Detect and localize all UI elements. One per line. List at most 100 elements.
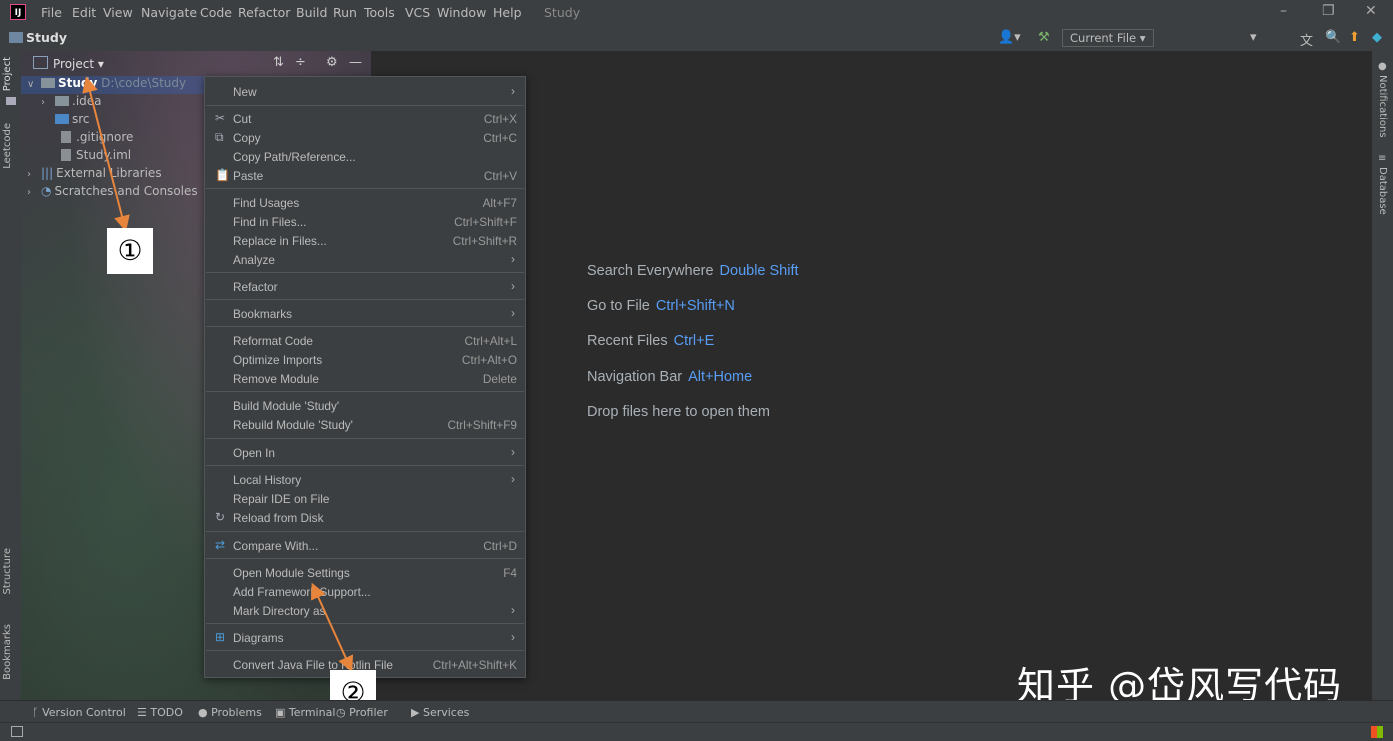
tree-label-idea: .idea [72,94,102,108]
update-icon[interactable]: ⬆ [1349,30,1360,45]
tab-notifications[interactable]: Notifications [1377,75,1388,138]
menu-item-copy[interactable]: ⧉ Copy Ctrl+C [205,128,525,147]
tab-problems[interactable]: ● Problems [198,706,262,719]
menu-item-replace-in-files[interactable]: Replace in Files... Ctrl+Shift+R [205,231,525,250]
dropdown-chevron-icon[interactable]: ▾ [1250,30,1257,45]
tree-row-study[interactable]: ∨ Study D:\code\Study [21,76,209,94]
chevron-right-icon[interactable]: › [41,97,55,108]
menu-item-build-module[interactable]: Build Module 'Study' [205,396,525,415]
tree-row-gitignore[interactable]: .gitignore [61,130,133,148]
chevron-down-icon[interactable]: ∨ [27,79,41,90]
tab-bookmarks[interactable]: Bookmarks [2,624,13,680]
chevron-right-icon[interactable]: › [27,187,41,198]
menu-vcs[interactable]: VCS [405,5,430,20]
menu-item-compare-with[interactable]: ⇄ Compare With... Ctrl+D [205,536,525,555]
menu-item-add-framework-support[interactable]: Add Framework Support... [205,582,525,601]
menu-item-local-history[interactable]: Local History › [205,470,525,489]
menu-item-copy-path[interactable]: Copy Path/Reference... [205,147,525,166]
project-folder-icon [6,97,16,105]
hint-key: Alt+Home [688,369,753,385]
menu-item-rebuild-module[interactable]: Rebuild Module 'Study' Ctrl+Shift+F9 [205,415,525,434]
tab-label: Version Control [42,706,126,719]
hide-panel-icon[interactable]: — [349,55,362,70]
tree-row-src[interactable]: src [55,112,90,130]
chevron-right-icon: › [511,84,515,98]
tab-services[interactable]: ▶ Services [411,706,469,719]
window-title: Study [544,5,581,20]
menu-item-diagrams[interactable]: ⊞ Diagrams › [205,628,525,647]
menu-item-label: Copy Path/Reference... [233,150,356,164]
restore-icon[interactable]: ❐ [1322,3,1335,19]
project-view-selector[interactable]: Project ▾ [33,56,104,71]
menu-code[interactable]: Code [200,5,232,20]
tab-database[interactable]: Database [1377,167,1388,215]
gitignore-file-icon [61,131,71,143]
menu-help[interactable]: Help [493,5,522,20]
database-icon: ≡ [1378,153,1387,164]
menu-item-open-module-settings[interactable]: Open Module Settings F4 [205,563,525,582]
scratches-icon: ◔ [41,184,52,198]
menu-window[interactable]: Window [437,5,486,20]
menu-item-reformat-code[interactable]: Reformat Code Ctrl+Alt+L [205,331,525,350]
menu-run[interactable]: Run [333,5,357,20]
menu-item-reload-from-disk[interactable]: ↻ Reload from Disk [205,508,525,527]
tab-terminal[interactable]: ▣ Terminal [275,706,335,719]
annotation-badge-1: ① [107,228,153,274]
search-icon[interactable]: 🔍 [1325,30,1341,45]
menu-item-cut[interactable]: ✂ Cut Ctrl+X [205,109,525,128]
menu-edit[interactable]: Edit [72,5,96,20]
menu-item-find-in-files[interactable]: Find in Files... Ctrl+Shift+F [205,212,525,231]
menu-item-bookmarks[interactable]: Bookmarks › [205,304,525,323]
tab-version-control[interactable]: ᚴ Version Control [32,706,126,719]
breadcrumb[interactable]: Study [9,30,67,45]
tree-path-study: D:\code\Study [101,76,187,90]
run-configuration-select[interactable]: Current File ▾ [1062,29,1154,47]
tab-todo[interactable]: ☰ TODO [137,706,183,719]
tab-project[interactable]: Project [2,57,13,91]
menu-build[interactable]: Build [296,5,327,20]
layout-toggle-icon[interactable] [11,726,23,737]
collapse-all-icon[interactable]: ÷ [295,55,306,70]
menu-view[interactable]: View [103,5,133,20]
tree-row-scratches[interactable]: › ◔ Scratches and Consoles [27,184,198,202]
expand-all-icon[interactable]: ⇅ [273,55,284,70]
user-icon[interactable]: 👤▾ [998,30,1021,45]
menu-tools[interactable]: Tools [364,5,395,20]
translate-icon[interactable]: 文 [1300,30,1313,49]
build-hammer-icon[interactable]: ⚒ [1038,30,1050,45]
close-icon[interactable]: ✕ [1365,3,1377,19]
tree-row-study-iml[interactable]: Study.iml [61,148,131,166]
menu-item-optimize-imports[interactable]: Optimize Imports Ctrl+Alt+O [205,350,525,369]
menu-bar: IJ File Edit View Navigate Code Refactor… [0,0,1393,25]
chevron-right-icon: › [511,306,515,320]
tab-leetcode[interactable]: Leetcode [2,123,13,169]
scissors-icon: ✂ [215,111,226,125]
menu-item-refactor[interactable]: Refactor › [205,277,525,296]
chevron-right-icon: › [511,445,515,459]
tab-profiler[interactable]: ◷ Profiler [336,706,388,719]
plugin-icon[interactable]: ◆ [1372,30,1382,45]
menu-item-remove-module[interactable]: Remove Module Delete [205,369,525,388]
tree-row-external-libraries[interactable]: › ||| External Libraries [27,166,162,184]
tab-structure[interactable]: Structure [2,548,13,595]
menu-navigate[interactable]: Navigate [141,5,197,20]
chevron-right-icon[interactable]: › [27,169,41,180]
gear-icon[interactable]: ⚙ [326,55,338,70]
menu-item-label: Find in Files... [233,215,307,229]
menu-item-analyze[interactable]: Analyze › [205,250,525,269]
menu-item-mark-directory-as[interactable]: Mark Directory as › [205,601,525,620]
menu-file[interactable]: File [41,5,62,20]
menu-separator [206,105,524,106]
menu-item-open-in[interactable]: Open In › [205,443,525,462]
menu-item-repair-ide[interactable]: Repair IDE on File [205,489,525,508]
minimize-icon[interactable]: – [1280,3,1287,19]
iml-file-icon [61,149,71,161]
menu-item-find-usages[interactable]: Find Usages Alt+F7 [205,193,525,212]
tree-row-idea[interactable]: › .idea [41,94,102,112]
menu-item-paste[interactable]: 📋 Paste Ctrl+V [205,166,525,185]
branch-icon: ᚴ [32,706,43,719]
menu-item-label: Local History [233,473,302,487]
menu-refactor[interactable]: Refactor [238,5,290,20]
menu-item-new[interactable]: New › [205,82,525,101]
list-icon: ☰ [137,706,151,719]
